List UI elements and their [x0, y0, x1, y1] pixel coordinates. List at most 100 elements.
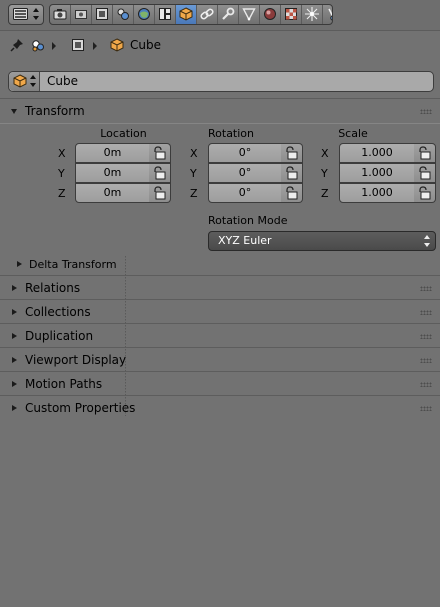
scale-x-field[interactable]: 1.000	[339, 143, 415, 163]
panel-title: Motion Paths	[25, 377, 103, 391]
drag-handle-icon[interactable]	[420, 406, 432, 411]
modifiers-tab[interactable]	[218, 5, 239, 24]
lock-location-y[interactable]	[149, 163, 171, 183]
delta-transform-label: Delta Transform	[29, 258, 117, 271]
location-label: Location	[100, 127, 147, 140]
location-y-field[interactable]: 0m	[75, 163, 150, 183]
object-icon	[72, 39, 84, 51]
panel-title: Custom Properties	[25, 401, 136, 415]
collapsed-triangle-icon	[12, 405, 17, 411]
view-layer-tab[interactable]	[113, 5, 134, 24]
collapsed-triangle-icon	[12, 309, 17, 315]
chevron-updown-icon	[30, 75, 36, 87]
lock-rotation-z[interactable]	[281, 183, 303, 203]
rotation-mode-dropdown[interactable]: XYZ Euler	[208, 231, 436, 251]
column-guide	[125, 256, 126, 416]
custom-properties-panel-header[interactable]: Custom Properties	[0, 397, 440, 419]
expanded-triangle-icon	[11, 109, 17, 114]
relations-panel-header[interactable]: Relations	[0, 277, 440, 299]
unlocked-padlock-icon	[419, 166, 431, 180]
axis-label-z: Z	[190, 187, 198, 200]
panel-title: Duplication	[25, 329, 94, 343]
lock-scale-z[interactable]	[414, 183, 436, 203]
data-tab[interactable]	[239, 5, 260, 24]
unlocked-padlock-icon	[286, 186, 298, 200]
drag-handle-icon[interactable]	[420, 109, 432, 114]
scale-y-field[interactable]: 1.000	[339, 163, 415, 183]
link-icon	[200, 8, 214, 20]
material-tab[interactable]	[260, 5, 281, 24]
rotation-y-field[interactable]: 0°	[208, 163, 282, 183]
object-browse-button[interactable]	[9, 72, 40, 91]
world-tab[interactable]	[155, 5, 176, 24]
collections-panel-header[interactable]: Collections	[0, 301, 440, 323]
editor-type-button[interactable]	[8, 4, 44, 25]
header-bar	[0, 0, 440, 31]
axis-label-y: Y	[190, 167, 197, 180]
delta-transform-header[interactable]: Delta Transform	[0, 256, 440, 274]
texture-icon	[285, 8, 297, 20]
lock-location-x[interactable]	[149, 143, 171, 163]
render-tab[interactable]	[50, 5, 71, 24]
object-name-field[interactable]: Cube	[8, 71, 434, 92]
divider	[0, 323, 440, 324]
rotation-x-field[interactable]: 0°	[208, 143, 282, 163]
camera-icon	[53, 9, 67, 20]
drag-handle-icon[interactable]	[420, 310, 432, 315]
constraints-tab[interactable]	[197, 5, 218, 24]
divider	[0, 98, 440, 99]
divider	[0, 123, 440, 124]
rotation-z-field[interactable]: 0°	[208, 183, 282, 203]
collapsed-triangle-icon	[12, 333, 17, 339]
lock-scale-y[interactable]	[414, 163, 436, 183]
physics-tab[interactable]	[323, 5, 332, 24]
properties-editor-icon	[13, 8, 28, 20]
breadcrumb-separator	[52, 42, 56, 50]
collapsed-triangle-icon	[17, 261, 22, 267]
texture-tab[interactable]	[281, 5, 302, 24]
duplication-panel-header[interactable]: Duplication	[0, 325, 440, 347]
location-z-field[interactable]: 0m	[75, 183, 150, 203]
particles-tab[interactable]	[302, 5, 323, 24]
scene-icon	[138, 8, 150, 20]
transform-panel-header[interactable]: Transform	[0, 100, 440, 122]
drag-handle-icon[interactable]	[420, 358, 432, 363]
collapsed-triangle-icon	[12, 285, 17, 291]
unlocked-padlock-icon	[419, 146, 431, 160]
material-icon	[264, 8, 276, 20]
output-tab[interactable]	[92, 5, 113, 24]
axis-label-y: Y	[58, 167, 65, 180]
drag-handle-icon[interactable]	[420, 382, 432, 387]
rotation-label: Rotation	[208, 127, 255, 140]
location-x-field[interactable]: 0m	[75, 143, 150, 163]
pin-icon[interactable]	[10, 38, 24, 52]
viewport-display-panel-header[interactable]: Viewport Display	[0, 349, 440, 371]
cube-icon	[13, 74, 27, 88]
lock-scale-x[interactable]	[414, 143, 436, 163]
divider	[0, 347, 440, 348]
chevron-updown-icon	[424, 235, 430, 247]
breadcrumb-separator	[93, 42, 97, 50]
axis-label-z: Z	[58, 187, 66, 200]
properties-tabs	[49, 4, 333, 25]
physics-icon	[328, 8, 332, 21]
panel-title: Viewport Display	[25, 353, 127, 367]
axis-label-z: Z	[321, 187, 329, 200]
scene-icon	[32, 40, 44, 52]
lock-rotation-x[interactable]	[281, 143, 303, 163]
cube-icon	[179, 7, 193, 21]
render-layers-tab[interactable]	[71, 5, 92, 24]
object-tab[interactable]	[176, 5, 197, 24]
scene-tab[interactable]	[134, 5, 155, 24]
drag-handle-icon[interactable]	[420, 334, 432, 339]
unlocked-padlock-icon	[419, 186, 431, 200]
divider	[0, 275, 440, 276]
motion-paths-panel-header[interactable]: Motion Paths	[0, 373, 440, 395]
lock-rotation-y[interactable]	[281, 163, 303, 183]
mesh-data-icon	[242, 8, 256, 21]
drag-handle-icon[interactable]	[420, 286, 432, 291]
scale-z-field[interactable]: 1.000	[339, 183, 415, 203]
axis-label-y: Y	[321, 167, 328, 180]
lock-location-z[interactable]	[149, 183, 171, 203]
wrench-icon	[222, 7, 235, 20]
